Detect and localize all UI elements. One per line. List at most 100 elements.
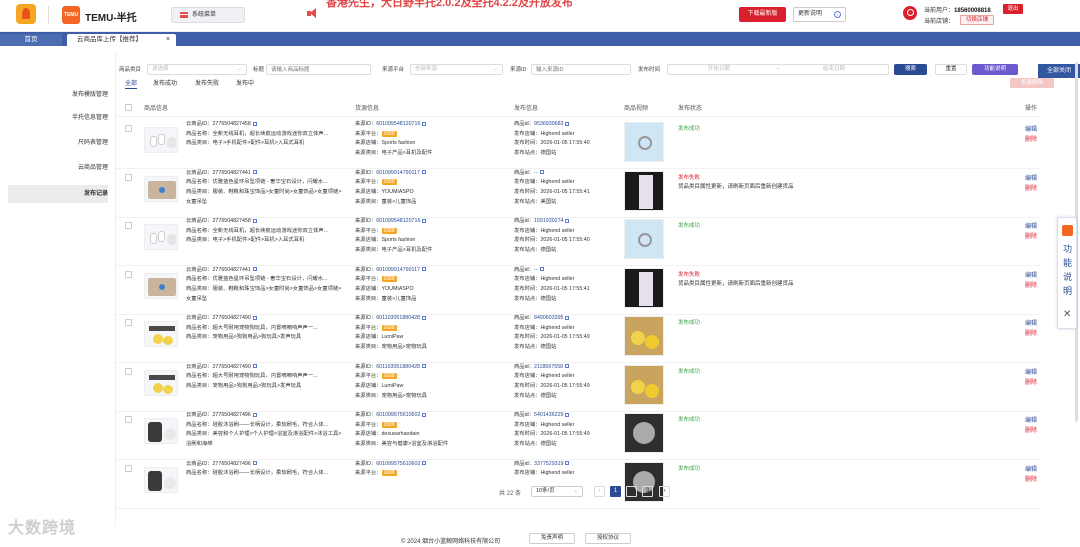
edit-button[interactable]: 编辑 [1025,221,1037,230]
publish-product-id[interactable]: 3377529319 [534,461,563,467]
system-menu-button[interactable]: 系统菜单 [171,7,245,23]
row-checkbox[interactable] [125,416,132,423]
delete-button[interactable]: 删除 [1025,280,1037,289]
sidebar-item-cloud-products[interactable]: 云商品管理 [8,159,108,177]
copy-icon[interactable] [565,218,570,223]
sidebar-item-size-chart[interactable]: 尺码表管理 [8,134,108,152]
copy-icon[interactable] [422,267,426,272]
publish-product-id[interactable]: 9536930683 [534,121,563,127]
copy-icon[interactable] [565,412,570,417]
source-id-link[interactable]: 601103051880428 [376,364,420,370]
status-tab-success[interactable]: 发布成功 [153,78,177,87]
edit-button[interactable]: 编辑 [1025,464,1037,473]
publish-product-id[interactable]: 8490603395 [534,315,563,321]
source-id-link[interactable]: 601103051880428 [376,315,420,321]
status-tab-all[interactable]: 全部 [125,78,138,89]
edit-button[interactable]: 编辑 [1025,415,1037,424]
edit-button[interactable]: 编辑 [1025,270,1037,279]
copy-icon[interactable] [422,412,427,417]
update-notes-button[interactable]: 更新说明 i [793,7,846,22]
row-checkbox[interactable] [125,319,132,326]
source-id-link[interactable]: 601099575610602 [376,461,420,467]
copy-icon[interactable] [539,170,544,175]
user-avatar-icon[interactable] [903,6,917,20]
copy-icon[interactable] [565,461,570,466]
product-video[interactable] [624,170,664,211]
delete-button[interactable]: 删除 [1025,377,1037,386]
tab-cloud-upload[interactable]: 云商品库上传【推荐】 × [67,34,176,46]
page-3-button[interactable]: 3 [642,486,653,497]
product-video[interactable] [624,364,664,405]
source-id-link[interactable]: 601099914790117 [376,170,420,176]
logout-button[interactable]: 退出 [1003,4,1023,14]
date-range-picker[interactable]: 开始日期 - 结束日期 [667,64,889,75]
disclaimer-button[interactable]: 免责声明 [529,533,575,544]
close-tab-icon[interactable]: × [166,34,170,46]
copy-icon[interactable] [422,170,426,175]
product-video[interactable] [624,267,664,308]
copy-icon[interactable] [422,315,426,320]
source-id-link[interactable]: 601099914790117 [376,267,420,273]
status-tab-failed[interactable]: 发布失败 [195,78,219,87]
copy-icon[interactable] [252,461,257,466]
search-button[interactable]: 搜索 [894,64,927,75]
delete-button[interactable]: 删除 [1025,134,1037,143]
copy-icon[interactable] [565,121,570,126]
row-checkbox[interactable] [125,270,132,278]
title-input[interactable] [266,64,371,75]
copy-icon[interactable] [252,315,257,320]
source-id-input[interactable] [531,64,631,75]
feature-help-float[interactable]: 功能说明 ✕ [1057,217,1077,329]
copy-icon[interactable] [252,121,257,126]
page-2-button[interactable]: 2 [626,486,637,497]
copy-icon[interactable] [539,267,544,272]
publish-product-id[interactable]: -- [534,267,538,273]
delete-button[interactable]: 删除 [1025,183,1037,192]
delete-button[interactable]: 删除 [1025,231,1037,240]
prev-page-button[interactable]: ‹ [594,486,605,497]
delete-button[interactable]: 删除 [1025,425,1037,434]
page-size-select[interactable]: 10条/页 ⌄ [531,486,583,497]
row-checkbox[interactable] [125,464,132,472]
row-checkbox[interactable] [125,367,132,375]
close-icon[interactable]: ✕ [1063,309,1071,320]
copy-icon[interactable] [565,364,570,369]
page-1-button[interactable]: 1 [610,486,621,497]
copy-icon[interactable] [422,121,427,126]
download-latest-button[interactable]: 下载最新版 [739,7,786,22]
delete-button[interactable]: 删除 [1025,328,1037,337]
publish-product-id[interactable]: 1591930274 [534,218,563,224]
reset-button[interactable]: 重置 [935,64,967,75]
copy-icon[interactable] [252,412,257,417]
select-all-checkbox[interactable] [125,104,132,111]
source-id-link[interactable]: 601099548120716 [376,218,420,224]
copy-icon[interactable] [252,267,257,272]
copy-icon[interactable] [565,315,570,320]
product-video[interactable] [624,413,664,453]
next-page-button[interactable]: › [659,486,670,497]
delete-button[interactable]: 删除 [1025,474,1037,483]
edit-button[interactable]: 编辑 [1025,173,1037,182]
copy-icon[interactable] [422,218,427,223]
status-tab-in-progress[interactable]: 发布中 [236,78,254,87]
copy-icon[interactable] [252,218,257,223]
batch-delete-button[interactable]: 批量删除 [1010,78,1054,88]
platform-select[interactable]: 全部来源 ⌄ [410,64,503,75]
edit-button[interactable]: 编辑 [1025,367,1037,376]
copy-icon[interactable] [422,461,427,466]
edit-button[interactable]: 编辑 [1025,318,1037,327]
publish-product-id[interactable]: 5401436229 [534,412,563,418]
feature-help-button[interactable]: 功能说明 [972,64,1018,75]
product-video[interactable] [624,316,664,356]
tab-home[interactable]: 首页 [0,34,62,46]
source-id-link[interactable]: 601099575610602 [376,412,420,418]
copy-icon[interactable] [252,364,257,369]
sidebar-item-template[interactable]: 发布模版管理 [8,86,108,104]
row-checkbox[interactable] [125,222,132,229]
copy-icon[interactable] [422,364,426,369]
switch-store-button[interactable]: 切换店铺 [960,15,994,25]
sidebar-item-semi-info[interactable]: 半托信息管理 [8,109,108,127]
copy-icon[interactable] [252,170,257,175]
product-video[interactable] [624,122,664,162]
publish-product-id[interactable]: 2118567558 [534,364,563,370]
